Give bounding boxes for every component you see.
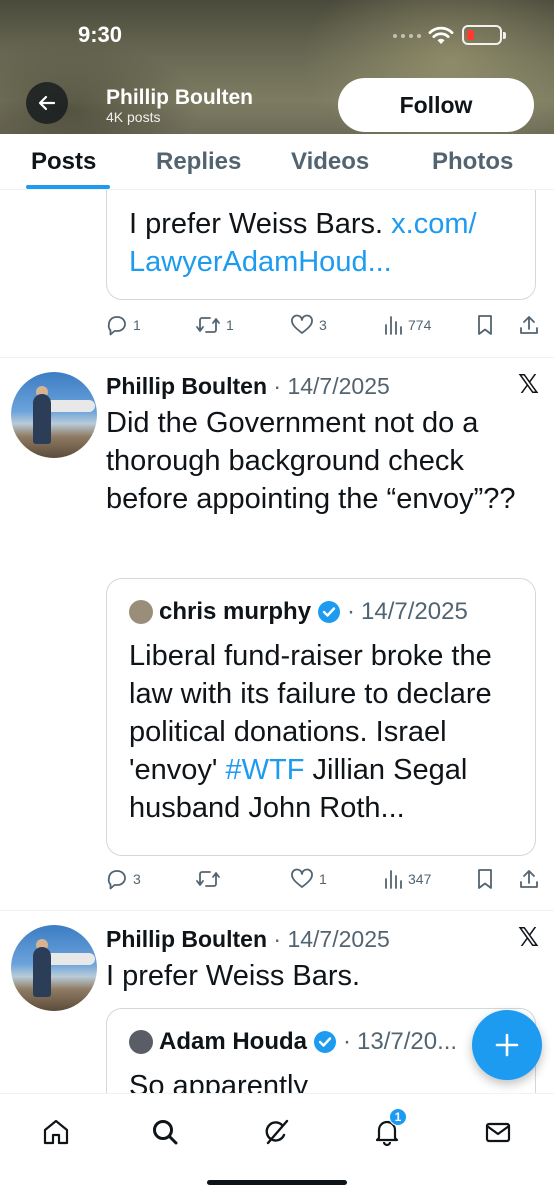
verified-badge-icon	[314, 1031, 337, 1053]
bookmark-icon	[478, 315, 492, 335]
profile-post-count: 4K posts	[106, 109, 161, 125]
wifi-icon	[428, 26, 454, 44]
quoted-author-name: Adam Houda	[159, 1028, 308, 1055]
views-button[interactable]: 347	[383, 868, 431, 890]
quoted-post-date: 13/7/20...	[357, 1028, 458, 1055]
author-avatar[interactable]	[11, 925, 97, 1011]
post-date: 14/7/2025	[287, 926, 390, 952]
quoted-author-avatar	[129, 600, 153, 624]
like-count: 1	[319, 871, 327, 887]
like-button[interactable]: 3	[290, 314, 327, 336]
bookmark-button[interactable]	[476, 868, 494, 890]
bookmark-button[interactable]	[476, 314, 494, 336]
share-button[interactable]	[518, 868, 540, 890]
views-button[interactable]: 774	[383, 314, 431, 336]
author-avatar[interactable]	[11, 372, 97, 458]
reply-icon	[107, 316, 126, 336]
grok-icon	[265, 1119, 289, 1145]
quoted-post-card[interactable]: chris murphy · 14/7/2025 Liberal fund-rai…	[106, 578, 536, 856]
nav-grok[interactable]	[257, 1112, 297, 1152]
posts-feed[interactable]: I prefer Weiss Bars. x.com/ LawyerAdamHo…	[0, 190, 554, 1093]
tab-posts[interactable]: Posts	[31, 148, 96, 176]
heart-icon	[291, 314, 313, 334]
plus-icon	[495, 1033, 519, 1057]
view-count: 774	[408, 317, 432, 333]
nav-home[interactable]	[36, 1112, 76, 1152]
like-count: 3	[319, 317, 327, 333]
back-button[interactable]	[26, 82, 68, 124]
mail-icon	[485, 1122, 511, 1143]
home-indicator	[207, 1180, 347, 1185]
quoted-author-avatar	[129, 1030, 153, 1054]
nav-messages[interactable]	[478, 1112, 518, 1152]
compose-button[interactable]	[472, 1010, 542, 1080]
like-button[interactable]: 1	[290, 868, 327, 890]
share-icon	[520, 870, 538, 888]
notification-badge: 1	[389, 1108, 407, 1126]
repost-button[interactable]	[195, 868, 226, 890]
repost-button[interactable]: 1	[195, 314, 234, 336]
quoted-author-line: Adam Houda · 13/7/20...	[129, 1027, 457, 1057]
quoted-post-text: I prefer Weiss Bars. x.com/ LawyerAdamHo…	[129, 205, 529, 281]
reply-button[interactable]: 1	[106, 314, 141, 336]
post-text: I prefer Weiss Bars.	[106, 960, 361, 992]
repost-icon	[196, 871, 220, 887]
quoted-link-continued[interactable]: LawyerAdamHoud...	[129, 246, 392, 278]
quoted-post-date: 14/7/2025	[361, 598, 468, 625]
quoted-post-card[interactable]: I prefer Weiss Bars. x.com/ LawyerAdamHo…	[106, 190, 536, 300]
profile-banner: 9:30 Phillip Boulten 4K posts Follow	[0, 0, 554, 134]
share-button[interactable]	[518, 314, 540, 336]
post-actions: 1 1 3 774	[0, 314, 554, 344]
quoted-text-part: I prefer Weiss Bars.	[129, 208, 392, 240]
quoted-author-name: chris murphy	[159, 598, 312, 625]
post-text: Did the Government not do a thorough bac…	[106, 407, 516, 515]
repost-icon	[196, 317, 220, 333]
quoted-link[interactable]: x.com/	[391, 208, 476, 240]
follow-button[interactable]: Follow	[338, 78, 534, 132]
post-author-line: Phillip Boulten · 14/7/2025	[106, 373, 390, 399]
battery-icon	[462, 25, 506, 45]
tab-replies[interactable]: Replies	[156, 148, 241, 176]
nav-search[interactable]	[145, 1112, 185, 1152]
x-logo-icon: 𝕏	[518, 370, 539, 400]
hashtag-link[interactable]: #WTF	[226, 754, 305, 786]
arrow-left-icon	[38, 95, 56, 111]
tab-videos[interactable]: Videos	[291, 148, 369, 176]
view-count: 347	[408, 871, 432, 887]
post-date: 14/7/2025	[287, 373, 390, 399]
quoted-author-line: chris murphy · 14/7/2025	[129, 597, 468, 627]
x-logo-icon: 𝕏	[518, 923, 539, 953]
post-author-line: Phillip Boulten · 14/7/2025	[106, 926, 390, 952]
quoted-post-text: Liberal fund-raiser broke the law with i…	[129, 637, 529, 827]
active-tab-indicator	[26, 185, 110, 189]
post-divider	[0, 910, 554, 911]
reply-icon	[107, 870, 126, 890]
bookmark-icon	[478, 869, 492, 889]
search-icon	[153, 1120, 178, 1145]
verified-badge-icon	[318, 601, 341, 623]
reply-count: 3	[133, 871, 141, 887]
quoted-post-text: So apparently	[129, 1070, 308, 1093]
share-icon	[520, 316, 538, 334]
tab-photos[interactable]: Photos	[432, 148, 513, 176]
status-time: 9:30	[78, 22, 123, 47]
reply-button[interactable]: 3	[106, 868, 141, 890]
home-icon	[43, 1119, 69, 1145]
post-divider	[0, 357, 554, 358]
author-name[interactable]: Phillip Boulten	[106, 926, 267, 952]
author-name[interactable]: Phillip Boulten	[106, 373, 267, 399]
views-icon	[385, 316, 402, 335]
nav-notifications[interactable]: 1	[367, 1108, 407, 1152]
cellular-signal-icon	[393, 34, 421, 38]
reply-count: 1	[133, 317, 141, 333]
post-actions: 3 1 347	[0, 868, 554, 898]
views-icon	[385, 870, 402, 889]
repost-count: 1	[226, 317, 234, 333]
profile-tabs: Posts Replies Videos Photos	[0, 134, 554, 190]
profile-name: Phillip Boulten	[106, 86, 253, 109]
heart-icon	[291, 868, 313, 888]
